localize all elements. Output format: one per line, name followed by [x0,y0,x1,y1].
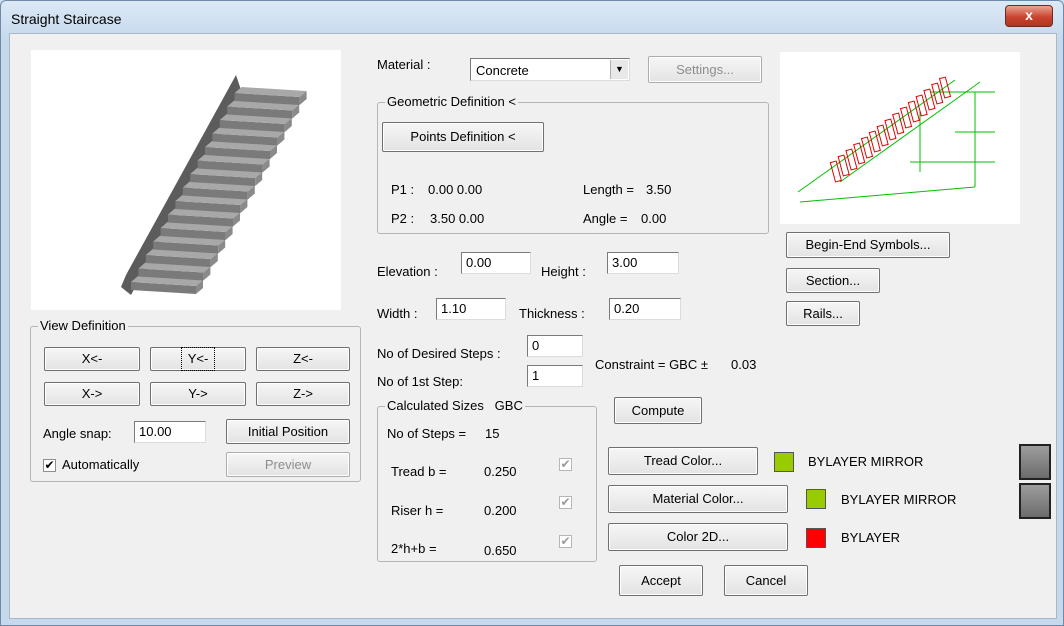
formula-label: 2*h+b = [391,541,437,556]
formula-checkbox[interactable]: ✔ [559,535,572,548]
material-label: Material : [377,57,431,72]
color-2d-button[interactable]: Color 2D... [608,523,788,551]
angle-snap-input[interactable]: 10.00 [134,421,206,443]
geometric-definition-title: Geometric Definition < [385,94,518,109]
material-color-swatch [806,489,826,509]
p2-value: 3.50 0.00 [430,211,485,226]
chevron-down-icon[interactable]: ▼ [610,60,628,79]
constraint-label: Constraint = GBC ± [595,357,708,372]
elevation-label: Elevation : [377,264,438,279]
material-mirror-swatch[interactable] [1019,483,1051,519]
dialog-title: Straight Staircase [11,11,122,27]
angle-value: 0.00 [641,211,667,226]
p2-label: P2 : [391,211,415,226]
riser-label: Riser h = [391,503,444,518]
y-plus-button[interactable]: Y-> [150,382,246,406]
z-minus-button[interactable]: Z<- [256,347,350,371]
material-select-value: Concrete [476,63,529,78]
title-bar: Straight Staircase x [1,1,1063,35]
no-of-steps-value: 15 [485,426,500,441]
elevation-input[interactable]: 0.00 [461,252,531,274]
points-definition-button[interactable]: Points Definition < [382,122,544,152]
stair-2d-preview [780,52,1020,224]
automatically-checkbox[interactable]: ✔ [43,459,56,472]
thickness-label: Thickness : [519,306,585,321]
p1-label: P1 : [391,182,415,197]
accept-button[interactable]: Accept [619,565,703,596]
automatically-label: Automatically [62,457,140,472]
color-2d-text: BYLAYER [841,530,901,545]
compute-button[interactable]: Compute [614,397,702,424]
material-color-text: BYLAYER MIRROR [841,492,957,507]
section-button[interactable]: Section... [786,268,880,293]
x-minus-button[interactable]: X<- [44,347,140,371]
riser-checkbox[interactable]: ✔ [559,496,572,509]
first-step-input[interactable]: 1 [527,365,583,387]
tread-color-text: BYLAYER MIRROR [808,454,924,469]
no-of-steps-label: No of Steps = [387,426,467,441]
length-value: 3.50 [646,182,672,197]
calculated-sizes-label: Calculated Sizes [387,398,484,413]
angle-label: Angle = [583,211,628,226]
width-input[interactable]: 1.10 [436,298,506,320]
rails-button[interactable]: Rails... [786,301,860,326]
p1-value: 0.00 0.00 [428,182,483,197]
settings-button[interactable]: Settings... [648,56,762,83]
y-minus-button[interactable]: Y<- [150,347,246,371]
view-definition-title: View Definition [38,318,128,333]
length-label: Length = [583,182,634,197]
formula-value: 0.650 [484,543,517,558]
tread-checkbox[interactable]: ✔ [559,458,572,471]
cancel-button[interactable]: Cancel [724,565,808,596]
material-color-button[interactable]: Material Color... [608,485,788,513]
staircase-dialog: Straight Staircase x View Definition X<-… [0,0,1064,626]
stair-2d-image [797,76,995,203]
x-plus-button[interactable]: X-> [44,382,140,406]
preview-button[interactable]: Preview [226,452,350,477]
riser-value: 0.200 [484,503,517,518]
tread-color-button[interactable]: Tread Color... [608,447,758,475]
constraint-value: 0.03 [731,357,757,372]
tread-value: 0.250 [484,464,517,479]
tread-mirror-swatch[interactable] [1019,444,1051,480]
thickness-input[interactable]: 0.20 [609,298,681,320]
z-plus-button[interactable]: Z-> [256,382,350,406]
color-2d-swatch [806,528,826,548]
first-step-label: No of 1st Step: [377,374,463,389]
tread-color-swatch [774,452,794,472]
initial-position-button[interactable]: Initial Position [226,419,350,444]
angle-snap-label: Angle snap: [43,426,112,441]
desired-steps-label: No of Desired Steps : [377,346,501,361]
height-label: Height : [541,264,586,279]
width-label: Width : [377,306,418,321]
begin-end-symbols-button[interactable]: Begin-End Symbols... [786,232,950,258]
height-input[interactable]: 3.00 [607,252,679,274]
calculated-standard: GBC [494,398,523,413]
stair-3d-preview [31,50,341,310]
calculated-sizes-title: Calculated Sizes GBC [385,398,525,413]
close-button[interactable]: x [1005,5,1053,27]
tread-label: Tread b = [391,464,447,479]
stair-3d-image [121,75,307,295]
dialog-body: View Definition X<- Y<- Z<- X-> Y-> Z-> … [9,33,1057,619]
desired-steps-input[interactable]: 0 [527,335,583,357]
material-select[interactable]: Concrete ▼ [470,58,630,81]
